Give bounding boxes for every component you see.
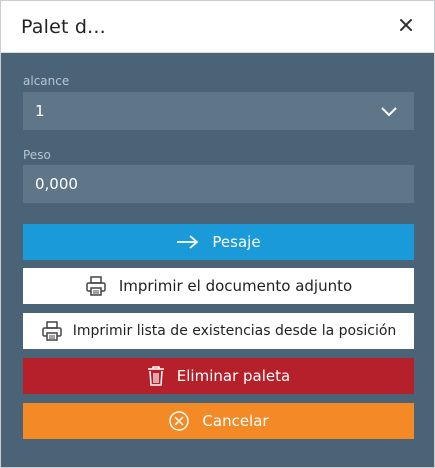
- close-icon[interactable]: [396, 15, 416, 35]
- print-stock-button[interactable]: Imprimir lista de existencias desde la p…: [23, 313, 414, 349]
- range-label: alcance: [23, 74, 70, 88]
- arrow-right-icon: [177, 235, 199, 249]
- cancel-circle-icon: [169, 411, 190, 431]
- pallet-dialog: Palet d... alcance 1 Peso 0,000 Pesaje I…: [0, 0, 435, 468]
- dialog-title: Palet d...: [21, 16, 106, 38]
- trash-icon: [147, 366, 164, 386]
- chevron-down-icon: [381, 107, 397, 117]
- weigh-button-label: Pesaje: [212, 233, 261, 251]
- printer-icon: [41, 321, 62, 341]
- range-select[interactable]: 1: [23, 92, 414, 130]
- dialog-titlebar: Palet d...: [1, 1, 434, 53]
- delete-pallet-button[interactable]: Eliminar paleta: [23, 358, 414, 394]
- delete-pallet-label: Eliminar paleta: [176, 367, 291, 385]
- weight-label: Peso: [23, 148, 51, 162]
- print-attached-label: Imprimir el documento adjunto: [118, 277, 353, 295]
- cancel-button-label: Cancelar: [202, 412, 269, 430]
- print-stock-label: Imprimir lista de existencias desde la p…: [72, 323, 397, 339]
- weight-input[interactable]: 0,000: [23, 165, 414, 203]
- range-value: 1: [35, 102, 45, 120]
- print-attached-button[interactable]: Imprimir el documento adjunto: [23, 268, 414, 304]
- cancel-button[interactable]: Cancelar: [23, 403, 414, 439]
- weigh-button[interactable]: Pesaje: [23, 224, 414, 260]
- weight-value: 0,000: [35, 175, 78, 193]
- printer-icon: [86, 276, 106, 296]
